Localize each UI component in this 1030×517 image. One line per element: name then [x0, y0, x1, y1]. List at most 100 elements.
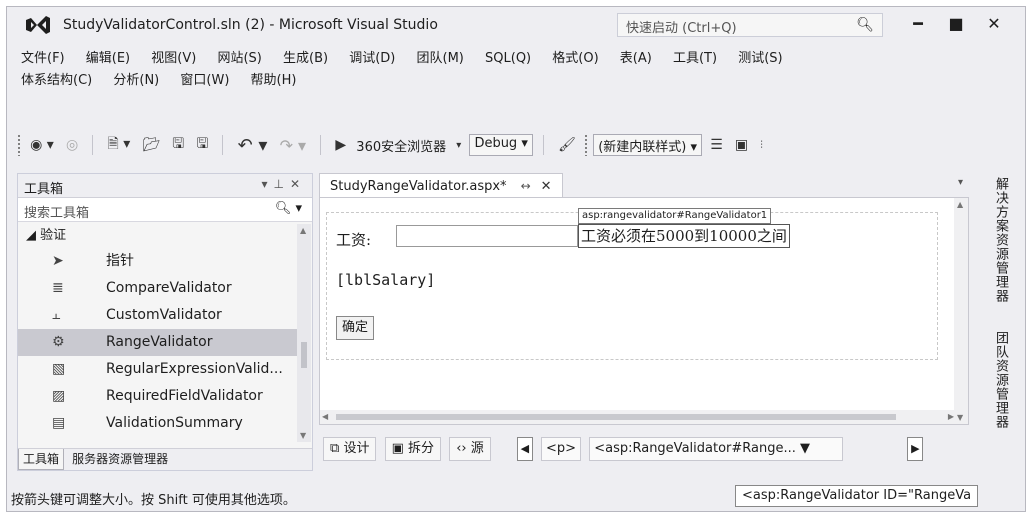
scroll-down-icon[interactable]: ▼	[300, 431, 306, 440]
required-field-validator-icon: ▨	[52, 388, 66, 404]
close-button[interactable]: ✕	[979, 11, 1009, 37]
toolbox-header: 工具箱 ▾⊥✕	[18, 174, 312, 198]
toolbar-grip-icon[interactable]	[17, 134, 22, 156]
nav-left-icon[interactable]: ◀	[516, 437, 533, 461]
configuration-select[interactable]: Debug ▾	[469, 134, 533, 156]
toolbox-item-label: ValidationSummary	[106, 415, 243, 431]
nav-right-icon[interactable]: ▶	[907, 437, 924, 461]
menu-edit[interactable]: 编辑(E)	[86, 47, 130, 66]
chevron-down-icon[interactable]: ▾	[958, 177, 963, 188]
scrollbar-thumb[interactable]	[301, 342, 307, 368]
scroll-up-icon[interactable]: ▲	[300, 226, 306, 235]
scroll-down-icon[interactable]: ▼	[957, 413, 963, 422]
scroll-left-icon[interactable]: ◀	[322, 412, 328, 421]
minimize-button[interactable]: ━	[903, 11, 933, 37]
maximize-button[interactable]: ■	[941, 11, 971, 37]
menu-debug[interactable]: 调试(D)	[349, 47, 395, 66]
scrollbar-thumb[interactable]	[336, 414, 896, 420]
confirm-button[interactable]: 确定	[336, 316, 375, 340]
save-all-icon[interactable]: 🖫︎	[196, 133, 208, 157]
design-view-label: 设计	[343, 441, 370, 456]
menu-window[interactable]: 窗口(W)	[180, 69, 229, 88]
search-icon[interactable]: 🔍︎ ▾	[275, 201, 302, 216]
toolbox-item-validation-summary[interactable]: ▤ ValidationSummary	[18, 410, 298, 437]
range-validator-message[interactable]: 工资必须在5000到10000之间	[578, 224, 790, 248]
tab-server-explorer[interactable]: 服务器资源管理器	[68, 449, 172, 470]
toolbox-title: 工具箱	[24, 182, 64, 197]
toolbar-overflow-icon[interactable]: ⫶	[760, 140, 763, 151]
toolbox-scrollbar[interactable]: ▲ ▼	[297, 224, 311, 442]
menu-help[interactable]: 帮助(H)	[251, 69, 297, 88]
menu-analyze[interactable]: 分析(N)	[113, 69, 159, 88]
split-view-label: 拆分	[408, 441, 435, 456]
tab-toolbox[interactable]: 工具箱	[18, 449, 65, 470]
design-surface[interactable]: asp:rangevalidator#RangeValidator1 工资: 工…	[319, 197, 969, 425]
menu-view[interactable]: 视图(V)	[151, 47, 196, 66]
open-file-icon[interactable]: 📂︎	[142, 137, 160, 153]
salary-label: 工资:	[336, 231, 372, 249]
toolbox-item-custom-validator[interactable]: ⫠ CustomValidator	[18, 302, 298, 329]
horizontal-scrollbar[interactable]: ◀ ▶	[320, 410, 956, 424]
source-view-button[interactable]: ‹› 源	[449, 437, 491, 461]
forward-icon[interactable]: ◎	[66, 137, 78, 153]
toolbox-item-compare-validator[interactable]: ≣ CompareValidator	[18, 275, 298, 302]
toolbox-item-required-field-validator[interactable]: ▨ RequiredFieldValidator	[18, 383, 298, 410]
validation-summary-icon: ▤	[52, 415, 66, 431]
find-icon[interactable]: 🖌︎	[558, 137, 576, 153]
save-icon[interactable]: 🖫︎	[172, 133, 184, 157]
pin-icon[interactable]: ↔	[521, 179, 531, 193]
lbl-salary[interactable]: [lblSalary]	[336, 271, 435, 289]
menu-table[interactable]: 表(A)	[620, 47, 652, 66]
dropdown-icon[interactable]: ▾	[261, 177, 273, 191]
toolbox-list: ◢ 验证 ➤ 指针 ≣ CompareValidator ⫠ CustomVal…	[18, 224, 298, 437]
start-debugging-icon[interactable]: ▶	[335, 137, 346, 153]
salary-input[interactable]	[396, 225, 578, 247]
vertical-scrollbar[interactable]: ▲ ▼	[954, 198, 968, 424]
redo-icon[interactable]: ↷ ▾	[280, 136, 307, 155]
menu-architecture[interactable]: 体系结构(C)	[21, 69, 92, 88]
menu-bar: 文件(F) 编辑(E) 视图(V) 网站(S) 生成(B) 调试(D) 团队(M…	[21, 47, 1011, 91]
undo-icon[interactable]: ↶ ▾	[238, 135, 268, 156]
toolbox-group-validation[interactable]: ◢ 验证	[18, 224, 298, 248]
close-icon[interactable]: ✕	[541, 179, 552, 194]
tab-solution-explorer[interactable]: 解决方案资源管理器	[991, 177, 1010, 303]
toolbox-item-regex-validator[interactable]: ▧ RegularExpressionValid...	[18, 356, 298, 383]
search-icon[interactable]: 🔍︎	[856, 17, 874, 33]
pin-icon[interactable]: ⊥	[273, 177, 289, 191]
design-view-button[interactable]: ⧉ 设计	[323, 437, 377, 461]
toolbox-item-label: 指针	[106, 253, 134, 269]
menu-website[interactable]: 网站(S)	[217, 47, 261, 66]
quick-launch-input[interactable]: 快速启动 (Ctrl+Q) 🔍︎	[617, 13, 883, 37]
attach-style-icon[interactable]: ☰	[710, 137, 723, 153]
format-icon[interactable]: ▣	[735, 137, 748, 153]
chevron-down-icon[interactable]: ▼	[800, 441, 810, 456]
back-icon[interactable]: ◉ ▾	[30, 137, 54, 153]
breadcrumb-control[interactable]: <asp:RangeValidator#Range... ▼	[589, 437, 844, 461]
style-select[interactable]: (新建内联样式) ▾	[593, 134, 703, 156]
menu-sql[interactable]: SQL(Q)	[485, 51, 531, 66]
chevron-down-icon[interactable]: ▾	[456, 140, 461, 151]
range-validator-icon: ⚙︎	[52, 334, 65, 350]
new-project-icon[interactable]: 🗎︎ ▾	[107, 133, 130, 157]
scroll-up-icon[interactable]: ▲	[957, 200, 963, 209]
toolbar-grip-icon[interactable]	[584, 134, 590, 156]
menu-file[interactable]: 文件(F)	[21, 47, 65, 66]
menu-build[interactable]: 生成(B)	[283, 47, 328, 66]
menu-tools[interactable]: 工具(T)	[673, 47, 717, 66]
breadcrumb-p[interactable]: <p>	[541, 437, 582, 461]
toolbox-search-input[interactable]: 搜索工具箱 🔍︎ ▾	[18, 198, 312, 222]
view-bar: ⧉ 设计 ▣ 拆分 ‹› 源 ◀ <p> <asp:RangeValidator…	[319, 425, 969, 471]
menu-row-1: 文件(F) 编辑(E) 视图(V) 网站(S) 生成(B) 调试(D) 团队(M…	[21, 47, 1011, 69]
menu-team[interactable]: 团队(M)	[417, 47, 464, 66]
quick-launch-placeholder: 快速启动 (Ctrl+Q)	[626, 21, 737, 36]
menu-test[interactable]: 测试(S)	[738, 47, 782, 66]
split-view-button[interactable]: ▣ 拆分	[384, 437, 442, 461]
toolbox-item-range-validator[interactable]: ⚙︎ RangeValidator	[18, 329, 298, 356]
scroll-right-icon[interactable]: ▶	[948, 412, 954, 421]
menu-format[interactable]: 格式(O)	[552, 47, 598, 66]
document-tab[interactable]: StudyRangeValidator.aspx* ↔ ✕	[319, 173, 563, 197]
toolbox-item-pointer[interactable]: ➤ 指针	[18, 248, 298, 275]
tab-team-explorer[interactable]: 团队资源管理器	[991, 331, 1010, 429]
close-icon[interactable]: ✕	[290, 177, 306, 191]
browser-selector[interactable]: 360安全浏览器	[356, 136, 446, 155]
